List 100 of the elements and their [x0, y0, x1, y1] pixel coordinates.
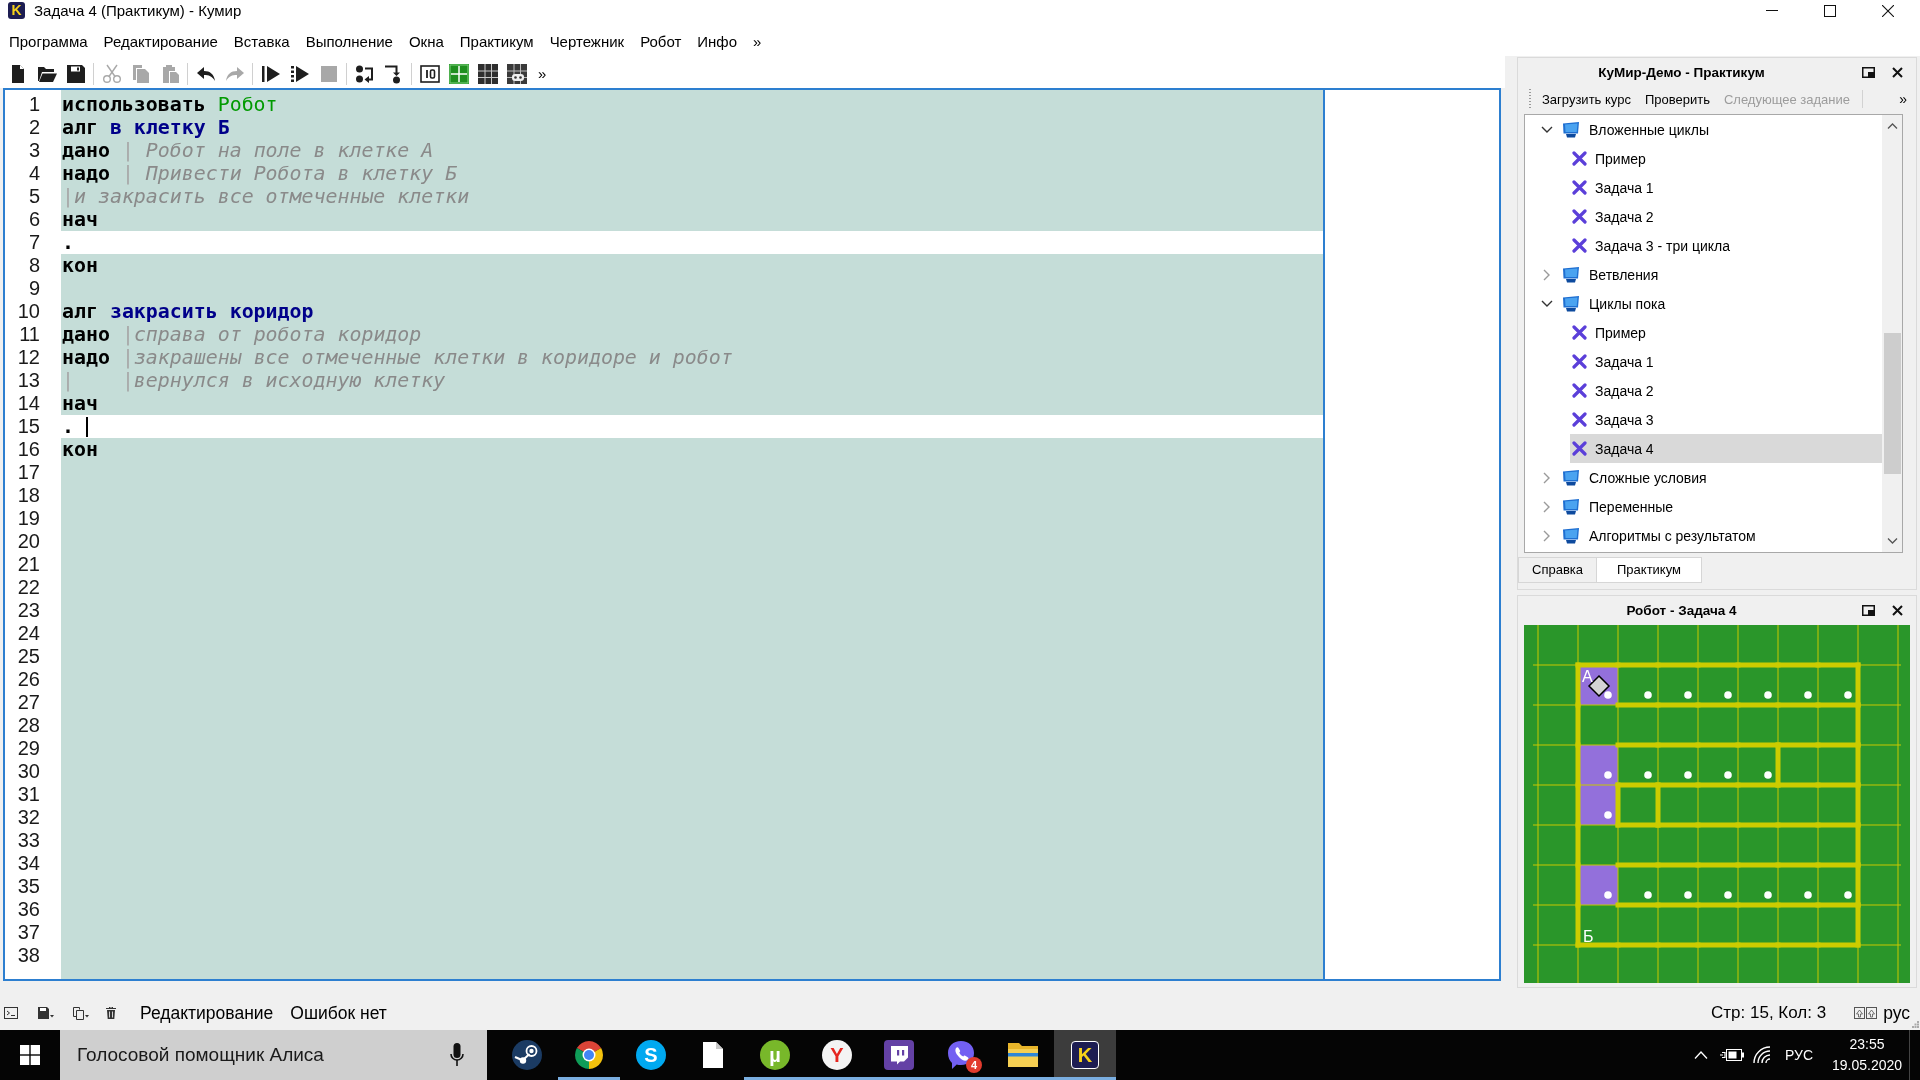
- chevron-down-icon[interactable]: [1540, 300, 1553, 307]
- chevron-right-icon[interactable]: [1543, 500, 1550, 513]
- menu-item[interactable]: Редактирование: [95, 28, 226, 56]
- dots-return-arrow-icon[interactable]: [354, 64, 375, 84]
- microphone-icon[interactable]: [450, 1043, 464, 1067]
- resize-grip-icon[interactable]: [1912, 1021, 1919, 1028]
- toolbar-overflow-button[interactable]: »: [1899, 91, 1907, 107]
- cell-label: А: [1582, 668, 1593, 685]
- line-number: 6: [28, 208, 40, 230]
- letter-logo[interactable]: Y: [822, 1040, 852, 1070]
- cross-grid-icon[interactable]: [448, 64, 469, 84]
- clock-date[interactable]: 19.05.2020: [1831, 1055, 1903, 1076]
- taskbar-button[interactable]: K: [1054, 1030, 1116, 1080]
- chevron-down-icon[interactable]: [1540, 126, 1553, 133]
- tree-item[interactable]: Переменные: [1560, 492, 1882, 521]
- line-number: 11: [19, 323, 40, 345]
- phone-bubble-icon[interactable]: [947, 1040, 975, 1070]
- tree-item[interactable]: Задача 1: [1570, 347, 1882, 376]
- tree-item[interactable]: Вложенные циклы: [1560, 115, 1882, 144]
- line-number: 31: [17, 783, 40, 805]
- menu-item[interactable]: Чертежник: [541, 28, 633, 56]
- app-logo: K: [8, 2, 25, 19]
- close-icon[interactable]: [1882, 4, 1894, 17]
- menu-item[interactable]: Робот: [632, 28, 690, 56]
- code-line: алг в клетку Б: [62, 116, 230, 139]
- toolbar-overflow-button[interactable]: »: [538, 60, 547, 88]
- code-line: алг закрасить коридор: [62, 300, 314, 323]
- line-number: 36: [17, 898, 40, 920]
- letter-logo[interactable]: K: [1071, 1041, 1099, 1069]
- tree-item[interactable]: Пример: [1570, 318, 1882, 347]
- taskbar-button[interactable]: 4: [930, 1030, 992, 1080]
- tree-item[interactable]: Задача 3 - три цикла: [1570, 231, 1882, 260]
- tree-item[interactable]: Сложные условия: [1560, 463, 1882, 492]
- grid-gamepad-icon[interactable]: [506, 64, 527, 84]
- tree-item[interactable]: Задача 2: [1570, 202, 1882, 231]
- play-icon[interactable]: [260, 64, 281, 84]
- browser-icon[interactable]: [574, 1040, 604, 1070]
- status-mode: Редактирование: [140, 1002, 274, 1024]
- line-number: 3: [28, 139, 40, 161]
- step-play-icon[interactable]: [289, 64, 310, 84]
- copy-icon[interactable]: [73, 1006, 89, 1020]
- maximize-icon[interactable]: [1824, 4, 1836, 17]
- save-icon[interactable]: [65, 64, 86, 84]
- float-icon[interactable]: [1862, 67, 1875, 78]
- tree-item[interactable]: Задача 4: [1570, 434, 1882, 463]
- grip-handle-icon[interactable]: [1529, 89, 1531, 109]
- line-number: 28: [17, 714, 40, 736]
- line-number: 21: [17, 553, 40, 575]
- line-number: 26: [17, 668, 40, 690]
- close-icon[interactable]: [1892, 67, 1903, 78]
- float-icon[interactable]: [1862, 604, 1875, 616]
- menu-item[interactable]: Вставка: [225, 28, 298, 56]
- save-icon[interactable]: [38, 1007, 54, 1019]
- toolbar-button[interactable]: Загрузить курс: [1535, 89, 1638, 109]
- tab[interactable]: Практикум: [1597, 557, 1702, 583]
- scrollbar-thumb[interactable]: [1883, 333, 1901, 474]
- search-field[interactable]: Голосовой помощник Алиса: [60, 1030, 487, 1080]
- tab[interactable]: Справка: [1518, 557, 1597, 583]
- menu-overflow-button[interactable]: »: [745, 28, 770, 56]
- tree-item[interactable]: Циклы пока: [1560, 289, 1882, 318]
- close-icon[interactable]: [1892, 604, 1903, 616]
- code-line: нач: [62, 392, 98, 415]
- line-number: 25: [17, 645, 40, 667]
- line-number: 35: [17, 875, 40, 897]
- tree-item[interactable]: Ветвления: [1560, 260, 1882, 289]
- menu-item[interactable]: Окна: [400, 28, 452, 56]
- piston-logo-icon[interactable]: [512, 1040, 542, 1070]
- document-icon[interactable]: [703, 1042, 723, 1068]
- tree-item[interactable]: Пример: [1570, 144, 1882, 173]
- toolbar-button[interactable]: Проверить: [1637, 89, 1717, 109]
- taskbar-button[interactable]: Y: [806, 1030, 868, 1080]
- clock-time[interactable]: 23:55: [1849, 1034, 1885, 1055]
- cross-icon: [1572, 383, 1587, 398]
- terminal-icon[interactable]: [4, 1007, 18, 1019]
- menu-item[interactable]: Инфо: [689, 28, 746, 56]
- chevron-right-icon[interactable]: [1543, 268, 1550, 281]
- monitor-icon: [1560, 498, 1580, 515]
- menu-item[interactable]: Программа: [1, 28, 96, 56]
- chat-bubble-icon[interactable]: [884, 1040, 914, 1070]
- menu-item[interactable]: Практикум: [451, 28, 542, 56]
- chevron-right-icon[interactable]: [1543, 529, 1550, 542]
- line-number: 15: [17, 415, 40, 437]
- tree-item[interactable]: Задача 1: [1570, 173, 1882, 202]
- language-indicator[interactable]: РУС: [1784, 1047, 1813, 1063]
- line-number: 27: [17, 691, 40, 713]
- battery-icon[interactable]: [1720, 1049, 1745, 1061]
- digital-display-icon[interactable]: [419, 64, 440, 84]
- tree-item[interactable]: Задача 3: [1570, 405, 1882, 434]
- cross-icon: [1572, 325, 1587, 340]
- tree-item[interactable]: Задача 2: [1570, 376, 1882, 405]
- trash-icon[interactable]: [106, 1007, 116, 1019]
- scrollbar-track[interactable]: [1882, 115, 1902, 552]
- folder-icon[interactable]: [1008, 1043, 1038, 1067]
- chevron-right-icon[interactable]: [1543, 471, 1550, 484]
- grid-icon[interactable]: [477, 64, 498, 84]
- menu-item[interactable]: Выполнение: [297, 28, 401, 56]
- start-icon[interactable]: [20, 1045, 40, 1065]
- folder-icon[interactable]: [36, 64, 57, 84]
- code-line: использовать Робот: [62, 93, 278, 116]
- tree-item[interactable]: Алгоритмы с результатом: [1560, 521, 1882, 550]
